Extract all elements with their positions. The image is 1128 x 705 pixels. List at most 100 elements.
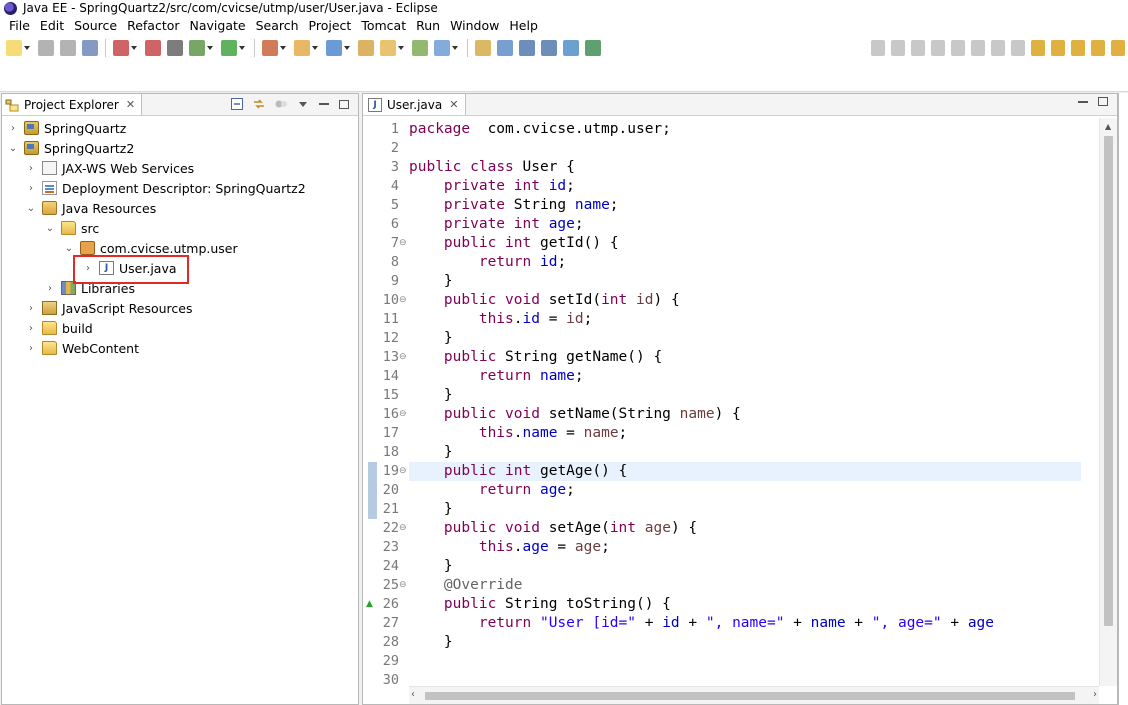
vertical-scroll-thumb[interactable] bbox=[1104, 136, 1113, 626]
minimize-icon[interactable] bbox=[319, 103, 329, 105]
open-folder-icon[interactable] bbox=[358, 40, 374, 56]
run-icon[interactable] bbox=[221, 40, 237, 56]
terminate-icon[interactable] bbox=[931, 40, 945, 56]
close-icon[interactable]: ✕ bbox=[449, 98, 458, 111]
code-line[interactable]: return "User [id=" + id + ", name=" + na… bbox=[409, 614, 1081, 633]
code-line[interactable]: this.id = id; bbox=[409, 310, 1081, 329]
tree-item[interactable]: › JavaScript Resources bbox=[26, 298, 192, 318]
menu-help[interactable]: Help bbox=[504, 16, 543, 36]
menu-project[interactable]: Project bbox=[304, 16, 357, 36]
code-line[interactable]: private int id; bbox=[409, 177, 1081, 196]
code-line[interactable]: } bbox=[409, 272, 1081, 291]
suspend-icon[interactable] bbox=[911, 40, 925, 56]
tree-item[interactable]: › Deployment Descriptor: SpringQuartz2 bbox=[26, 178, 306, 198]
disconnect-icon[interactable] bbox=[951, 40, 965, 56]
save-all-icon[interactable] bbox=[60, 40, 76, 56]
collapse-arrow-icon[interactable]: ⌄ bbox=[26, 203, 36, 214]
code-line[interactable]: package com.cvicse.utmp.user; bbox=[409, 120, 1081, 139]
dropdown-arrow-icon[interactable] bbox=[24, 46, 30, 50]
fold-toggle-icon[interactable]: ⊖ bbox=[399, 291, 407, 310]
tree-item[interactable]: ⌄ SpringQuartz2 bbox=[8, 138, 135, 158]
menu-refactor[interactable]: Refactor bbox=[122, 16, 184, 36]
debug-icon[interactable] bbox=[113, 40, 129, 56]
code-line[interactable]: } bbox=[409, 443, 1081, 462]
web-icon[interactable] bbox=[563, 40, 579, 56]
code-line[interactable]: private String name; bbox=[409, 196, 1081, 215]
forward-icon[interactable] bbox=[1111, 40, 1125, 56]
coverage-icon[interactable] bbox=[145, 40, 161, 56]
code-line[interactable]: public class User { bbox=[409, 158, 1081, 177]
code-line[interactable] bbox=[409, 652, 1081, 671]
menu-window[interactable]: Window bbox=[445, 16, 504, 36]
fold-toggle-icon[interactable]: ⊖ bbox=[399, 348, 407, 367]
code-line[interactable]: public String toString() { bbox=[409, 595, 1081, 614]
focus-on-active-task-icon[interactable] bbox=[274, 97, 288, 111]
horizontal-scroll-thumb[interactable] bbox=[425, 692, 1075, 700]
perspective-icon[interactable] bbox=[585, 40, 601, 56]
tab-user-java[interactable]: J User.java ✕ bbox=[363, 94, 467, 115]
menu-search[interactable]: Search bbox=[251, 16, 304, 36]
fold-toggle-icon[interactable]: ⊖ bbox=[399, 462, 407, 481]
menu-tomcat[interactable]: Tomcat bbox=[356, 16, 411, 36]
code-line[interactable]: } bbox=[409, 500, 1081, 519]
open-type-icon[interactable] bbox=[380, 40, 396, 56]
dropdown-arrow-icon[interactable] bbox=[280, 46, 286, 50]
tree-item[interactable]: ⌄ Java Resources bbox=[26, 198, 156, 218]
code-line[interactable]: } bbox=[409, 633, 1081, 652]
show-whitespace-icon[interactable] bbox=[519, 40, 535, 56]
scroll-right-icon[interactable]: › bbox=[1093, 689, 1097, 700]
publish-icon[interactable] bbox=[412, 40, 428, 56]
menu-navigate[interactable]: Navigate bbox=[185, 16, 251, 36]
code-line[interactable]: this.age = age; bbox=[409, 538, 1081, 557]
new-server-icon[interactable] bbox=[326, 40, 342, 56]
tree-item[interactable]: › build bbox=[26, 318, 93, 338]
dropdown-arrow-icon[interactable] bbox=[312, 46, 318, 50]
code-line[interactable]: @Override bbox=[409, 576, 1081, 595]
code-line[interactable]: public String getName() { bbox=[409, 348, 1081, 367]
code-line[interactable]: } bbox=[409, 557, 1081, 576]
expand-arrow-icon[interactable]: › bbox=[8, 123, 18, 134]
step-return-icon[interactable] bbox=[1011, 40, 1025, 56]
menu-file[interactable]: File bbox=[4, 16, 35, 36]
expand-arrow-icon[interactable]: › bbox=[26, 323, 36, 334]
save-icon[interactable] bbox=[38, 40, 54, 56]
expand-arrow-icon[interactable]: › bbox=[26, 183, 36, 194]
menu-edit[interactable]: Edit bbox=[35, 16, 69, 36]
code-line[interactable]: public void setAge(int age) { bbox=[409, 519, 1081, 538]
scroll-up-icon[interactable]: ▲ bbox=[1105, 122, 1111, 131]
tree-item[interactable]: › WebContent bbox=[26, 338, 139, 358]
run-config-icon[interactable] bbox=[262, 40, 278, 56]
prev-annotation-icon[interactable] bbox=[1051, 40, 1065, 56]
code-line[interactable] bbox=[409, 671, 1081, 686]
dropdown-arrow-icon[interactable] bbox=[207, 46, 213, 50]
fold-toggle-icon[interactable]: ⊖ bbox=[399, 519, 407, 538]
code-line[interactable]: public void setName(String name) { bbox=[409, 405, 1081, 424]
code-line[interactable]: return age; bbox=[409, 481, 1081, 500]
fold-toggle-icon[interactable]: ⊖ bbox=[399, 405, 407, 424]
dropdown-arrow-icon[interactable] bbox=[131, 46, 137, 50]
expand-arrow-icon[interactable]: › bbox=[26, 303, 36, 314]
collapse-arrow-icon[interactable]: ⌄ bbox=[8, 143, 18, 154]
toggle-mark-icon[interactable] bbox=[497, 40, 513, 56]
code-line[interactable]: } bbox=[409, 386, 1081, 405]
tree-item[interactable]: › JAX-WS Web Services bbox=[26, 158, 194, 178]
code-line[interactable]: private int age; bbox=[409, 215, 1081, 234]
menu-source[interactable]: Source bbox=[69, 16, 122, 36]
code-line[interactable]: public void setId(int id) { bbox=[409, 291, 1081, 310]
code-line[interactable]: this.name = name; bbox=[409, 424, 1081, 443]
new-icon[interactable] bbox=[6, 40, 22, 56]
next-annotation-icon[interactable] bbox=[1031, 40, 1045, 56]
print-icon[interactable] bbox=[82, 40, 98, 56]
step-over-icon[interactable] bbox=[991, 40, 1005, 56]
code-line[interactable]: return id; bbox=[409, 253, 1081, 272]
code-line[interactable] bbox=[409, 139, 1081, 158]
tree-item[interactable]: › J User.java bbox=[83, 258, 177, 278]
back-icon[interactable] bbox=[1091, 40, 1105, 56]
collapse-arrow-icon[interactable]: ⌄ bbox=[64, 243, 74, 254]
step-into-icon[interactable] bbox=[971, 40, 985, 56]
servers-icon[interactable] bbox=[167, 40, 183, 56]
maximize-icon[interactable] bbox=[339, 99, 349, 109]
dropdown-arrow-icon[interactable] bbox=[344, 46, 350, 50]
dropdown-arrow-icon[interactable] bbox=[239, 46, 245, 50]
vertical-scrollbar[interactable]: ▲ bbox=[1099, 118, 1117, 686]
